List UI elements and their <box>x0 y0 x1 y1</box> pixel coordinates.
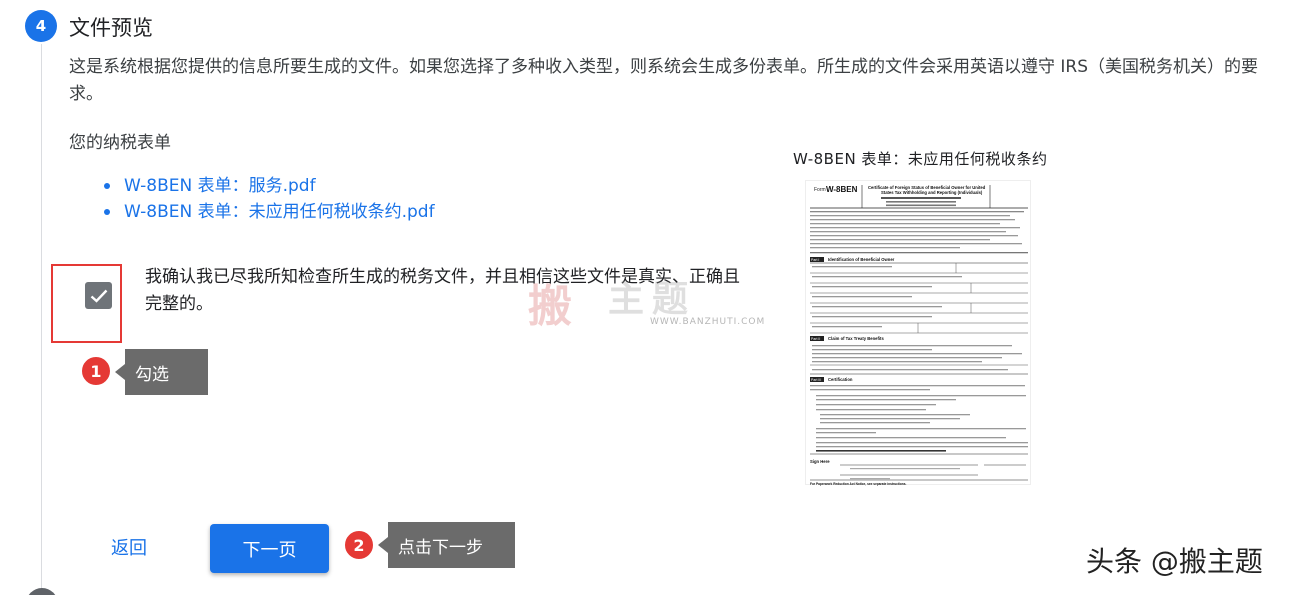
step-number-badge: 4 <box>25 10 57 42</box>
list-item: W-8BEN 表单：服务.pdf <box>104 173 435 199</box>
footer-watermark: 头条 @搬主题 <box>1086 545 1263 578</box>
svg-text:Part I: Part I <box>811 258 819 262</box>
list-item: W-8BEN 表单：未应用任何税收条约.pdf <box>104 199 435 225</box>
annotation-tip-2: 点击下一步 <box>378 522 515 568</box>
annotation-tip-1: 勾选 <box>115 349 208 395</box>
svg-text:Claim of Tax Treaty Benefits: Claim of Tax Treaty Benefits <box>828 336 884 341</box>
watermark-url: WWW.BANZHUTI.COM <box>650 317 766 327</box>
check-icon <box>90 289 107 303</box>
back-button[interactable]: 返回 <box>95 529 163 565</box>
stepper-line <box>41 44 42 595</box>
svg-text:Certification: Certification <box>828 377 853 382</box>
step-description: 这是系统根据您提供的信息所要生成的文件。如果您选择了多种收入类型，则系统会生成多… <box>69 57 1259 104</box>
svg-text:Sign Here: Sign Here <box>810 459 830 464</box>
forms-heading: 您的纳税表单 <box>69 133 171 153</box>
annotation-badge-1: 1 <box>80 355 112 387</box>
file-link-services[interactable]: W-8BEN 表单：服务.pdf <box>124 176 316 196</box>
svg-text:Identification of Beneficial O: Identification of Beneficial Owner <box>828 257 895 262</box>
file-list: W-8BEN 表单：服务.pdf W-8BEN 表单：未应用任何税收条约.pdf <box>104 173 435 225</box>
form-preview-name: W-8BEN <box>826 185 858 194</box>
annotation-badge-2: 2 <box>343 529 375 561</box>
watermark-text: 主题 <box>608 279 697 320</box>
preview-title: W-8BEN 表单：未应用任何税收条约 <box>793 150 1048 168</box>
step-title: 文件预览 <box>69 16 153 40</box>
svg-text:Part II: Part II <box>811 337 820 341</box>
watermark-logo: 搬 <box>528 281 572 332</box>
file-link-no-treaty[interactable]: W-8BEN 表单：未应用任何税收条约.pdf <box>124 202 435 222</box>
svg-text:Part III: Part III <box>811 378 821 382</box>
next-button[interactable]: 下一页 <box>210 524 329 573</box>
svg-text:States Tax Withholding and Rep: States Tax Withholding and Reporting (In… <box>881 190 983 195</box>
next-step-circle <box>26 588 58 595</box>
svg-text:For Paperwork Reduction Act No: For Paperwork Reduction Act Notice, see … <box>810 482 907 486</box>
form-preview-thumbnail[interactable]: Form W-8BEN Certificate of Foreign Statu… <box>805 180 1031 486</box>
watermark: 搬 主题 WWW.BANZHUTI.COM <box>528 270 768 332</box>
checkbox-highlight <box>51 264 122 343</box>
confirm-checkbox[interactable] <box>85 282 112 309</box>
svg-text:Form: Form <box>814 187 826 193</box>
form-preview-image: Form W-8BEN Certificate of Foreign Statu… <box>810 185 1028 486</box>
